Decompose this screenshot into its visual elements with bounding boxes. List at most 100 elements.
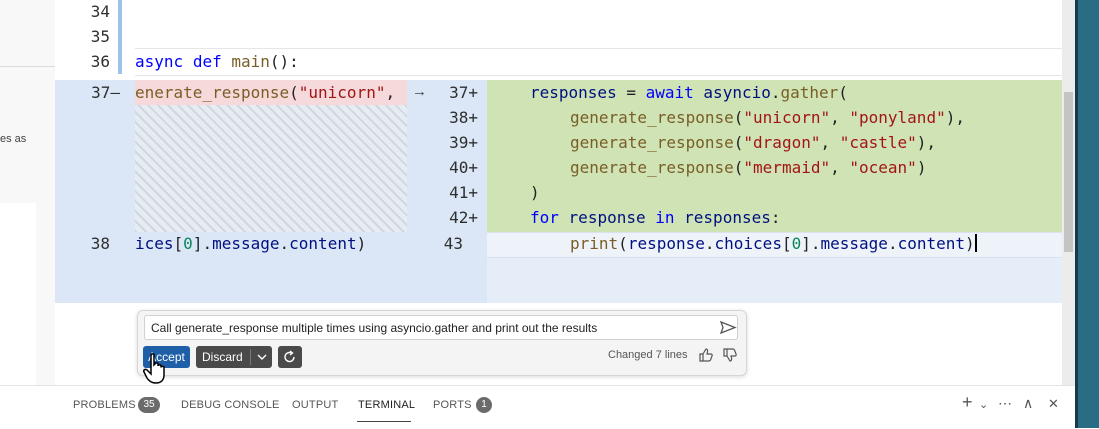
active-tab-indicator xyxy=(357,421,411,422)
thumb-up-icon[interactable] xyxy=(698,347,714,366)
code-line-42[interactable]: for response in responses: xyxy=(530,208,781,227)
gutter-change-indicator xyxy=(118,0,122,74)
keyword: async xyxy=(135,52,184,71)
string: "ocean" xyxy=(849,158,917,177)
line-number-added: 40+ xyxy=(449,158,478,177)
divider xyxy=(250,349,251,365)
add-terminal-icon[interactable]: + xyxy=(962,392,973,413)
punctuation: ]. xyxy=(192,234,213,253)
code-line-41[interactable]: ) xyxy=(530,183,540,202)
line-number: 38 xyxy=(90,234,110,253)
identifier: response xyxy=(568,208,646,227)
number: 0 xyxy=(791,234,802,253)
function-name: gather xyxy=(780,83,839,102)
code-line-removed[interactable]: enerate_response("unicorn", xyxy=(135,83,395,102)
code-line-40[interactable]: generate_response("mermaid", "ocean") xyxy=(570,158,926,177)
rerun-icon[interactable] xyxy=(278,346,302,368)
identifier: response xyxy=(627,234,705,253)
inline-chat-widget: Call generate_response multiple times us… xyxy=(137,310,747,376)
ports-count-badge: 1 xyxy=(476,397,492,413)
function-name: enerate_response xyxy=(135,83,290,102)
keyword: await xyxy=(645,83,694,102)
send-icon[interactable] xyxy=(718,315,738,340)
punctuation: : xyxy=(770,208,781,227)
line-number-removed: 37– xyxy=(91,83,120,102)
operator: = xyxy=(616,83,646,102)
punctuation: ), xyxy=(945,108,965,127)
identifier: content xyxy=(897,234,966,253)
line-number: 43 xyxy=(443,234,463,253)
keyword: def xyxy=(192,52,222,71)
left-sidebar-strip xyxy=(0,0,55,385)
identifier: message xyxy=(820,234,888,253)
scrollbar-thumb[interactable] xyxy=(1064,92,1073,252)
string: "unicorn" xyxy=(743,108,831,127)
identifier: content xyxy=(289,234,357,253)
text-cursor xyxy=(974,234,977,252)
punctuation: ( xyxy=(733,158,744,177)
identifier: responses xyxy=(530,83,617,102)
more-actions-icon[interactable]: ⋯ xyxy=(998,395,1012,412)
changed-lines-status: Changed 7 lines xyxy=(608,349,688,361)
line-number-added: 41+ xyxy=(449,183,478,202)
function-name: main xyxy=(231,52,270,71)
punctuation: ) xyxy=(916,158,927,177)
number: 0 xyxy=(183,234,193,253)
discard-button[interactable]: Discard xyxy=(196,346,272,368)
string: "castle" xyxy=(839,133,917,152)
punctuation: . xyxy=(770,83,781,102)
maximize-panel-icon[interactable]: ∧ xyxy=(1023,395,1033,412)
chat-prompt-input[interactable]: Call generate_response multiple times us… xyxy=(144,315,738,340)
punctuation: [ xyxy=(781,234,792,253)
thumb-down-icon[interactable] xyxy=(722,347,738,366)
string: "dragon" xyxy=(743,133,821,152)
punctuation: ) xyxy=(530,183,540,202)
line-number-added: 37+ xyxy=(449,83,478,102)
chevron-down-icon[interactable] xyxy=(254,346,270,375)
punctuation: ( xyxy=(733,133,744,152)
tab-ports[interactable]: PORTS xyxy=(433,399,472,411)
punctuation: ( xyxy=(733,108,744,127)
identifier: choices xyxy=(714,234,782,253)
line-number: 35 xyxy=(90,27,110,46)
code-line-43[interactable]: print(response.choices[0].message.conten… xyxy=(570,234,977,253)
string: "ponyland" xyxy=(849,108,946,127)
punctuation: (): xyxy=(269,52,299,71)
function-name: print xyxy=(570,234,619,253)
string: "unicorn" xyxy=(298,83,386,102)
tab-problems[interactable]: PROBLEMS xyxy=(73,399,136,411)
punctuation: ) xyxy=(356,234,367,253)
punctuation: ), xyxy=(916,133,937,152)
chevron-down-icon[interactable]: ⌄ xyxy=(979,398,988,411)
punctuation: . xyxy=(704,234,715,253)
diff-empty-hatch xyxy=(135,105,407,232)
keyword: for xyxy=(530,208,559,227)
sidebar-divider xyxy=(0,66,55,67)
function-name: generate_response xyxy=(570,158,734,177)
identifier: responses xyxy=(684,208,771,227)
code-line-38[interactable]: generate_response("unicorn", "ponyland")… xyxy=(570,108,965,127)
identifier: message xyxy=(212,234,280,253)
close-panel-icon[interactable]: ✕ xyxy=(1048,396,1059,412)
function-name: generate_response xyxy=(570,108,734,127)
discard-label: Discard xyxy=(202,350,243,364)
identifier: ices xyxy=(135,234,174,253)
line-number-added: 38+ xyxy=(449,108,478,127)
keyword: in xyxy=(655,208,675,227)
function-name: generate_response xyxy=(570,133,734,152)
code-line-39[interactable]: generate_response("dragon", "castle"), xyxy=(570,133,936,152)
line-number: 36 xyxy=(90,52,110,71)
punctuation: , xyxy=(830,108,850,127)
code-line-36[interactable]: async def main(): xyxy=(135,52,299,71)
code-line-38-original[interactable]: ices[0].message.content) xyxy=(135,234,366,253)
tab-terminal[interactable]: TERMINAL xyxy=(358,399,415,411)
punctuation: . xyxy=(279,234,290,253)
tab-output[interactable]: OUTPUT xyxy=(292,399,338,411)
desktop-background-edge xyxy=(1075,0,1099,428)
punctuation: ( xyxy=(289,83,299,102)
code-line-37[interactable]: responses = await asyncio.gather( xyxy=(530,83,848,102)
punctuation: . xyxy=(887,234,898,253)
problems-count-badge: 35 xyxy=(138,397,160,413)
punctuation: ( xyxy=(618,234,628,253)
tab-debug-console[interactable]: DEBUG CONSOLE xyxy=(181,399,280,411)
